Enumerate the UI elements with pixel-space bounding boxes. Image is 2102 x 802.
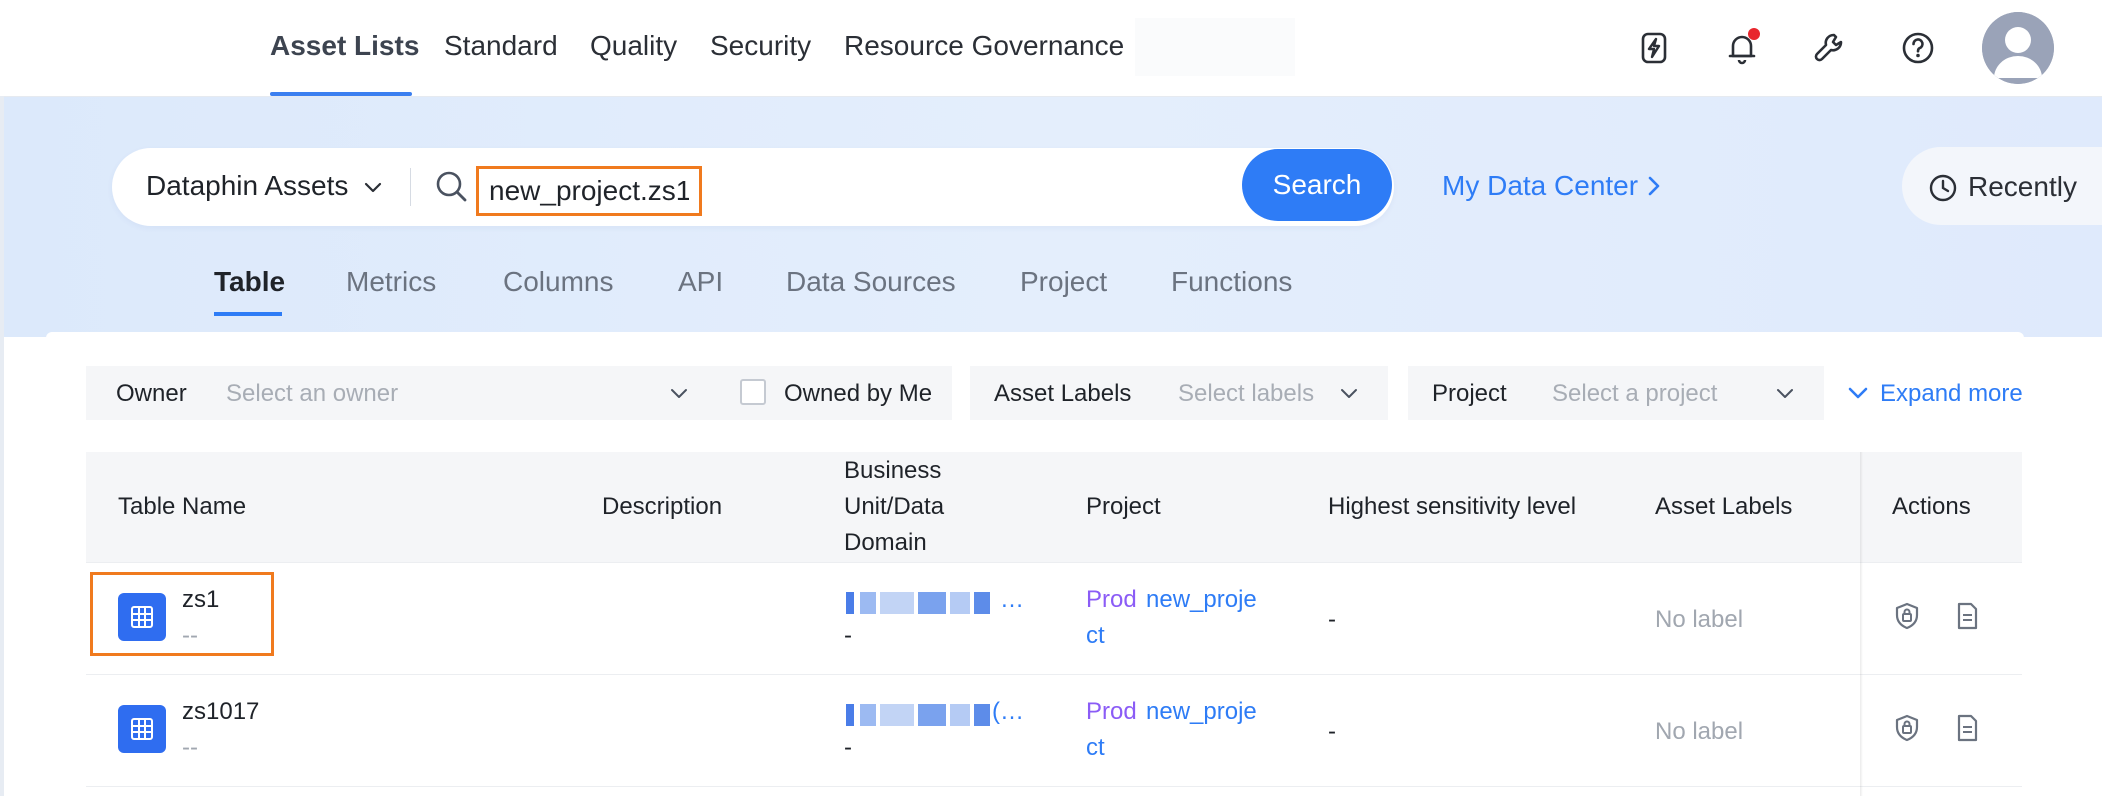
chevron-down-icon[interactable] [362,176,384,198]
document-icon[interactable] [1952,601,1982,631]
power-icon[interactable] [1634,28,1674,68]
tab-project[interactable]: Project [1020,266,1107,298]
table-icon [118,705,166,753]
my-data-center-link[interactable]: My Data Center [1442,170,1662,202]
search-button[interactable]: Search [1242,149,1392,221]
tab-table[interactable]: Table [214,266,285,298]
column-header-asset-labels: Asset Labels [1655,493,1793,520]
tab-data-sources[interactable]: Data Sources [786,266,956,298]
project-select[interactable]: Select a project [1552,380,1717,408]
nav-placeholder-slot [1135,18,1295,76]
tab-metrics[interactable]: Metrics [346,266,436,298]
column-header-table-name: Table Name [118,493,247,520]
column-header-description: Description [602,493,723,520]
project-link-continued[interactable]: ct [1086,622,1105,650]
search-scope-selector[interactable]: Dataphin Assets [146,170,348,202]
nav-tab-security[interactable]: Security [710,30,811,62]
tab-functions[interactable]: Functions [1171,266,1292,298]
nav-tab-standard[interactable]: Standard [444,30,558,62]
env-badge: Prod [1086,586,1137,613]
domain-suffix: (… [992,698,1024,725]
column-header-project: Project [1086,493,1161,520]
wrench-icon[interactable] [1810,28,1850,68]
chevron-down-icon[interactable] [1774,382,1796,404]
asset-labels-value: No label [1655,606,1744,633]
tab-active-indicator [214,312,282,316]
clock-icon [1929,174,1957,202]
nav-active-indicator [270,92,412,96]
column-header-sensitivity: Highest sensitivity level [1328,493,1577,520]
chevron-down-icon[interactable] [1338,382,1360,404]
owner-select[interactable]: Select an owner [226,380,398,408]
asset-labels-select[interactable]: Select labels [1178,380,1314,408]
sensitivity-value: - [1328,718,1336,745]
domain-sub: - [844,622,852,649]
project-filter-label: Project [1432,380,1507,407]
search-icon [436,171,467,202]
project-link-continued[interactable]: ct [1086,734,1105,762]
nav-tab-quality[interactable]: Quality [590,30,677,62]
expand-more-link[interactable]: Expand more [1880,380,2023,408]
sensitivity-value: - [1328,606,1336,633]
notification-dot [1748,28,1760,40]
asset-labels-value: No label [1655,718,1744,745]
column-header-actions: Actions [1892,493,1971,520]
nav-tab-resource-governance[interactable]: Resource Governance [844,30,1124,62]
chevron-down-icon[interactable] [668,382,690,404]
tab-columns[interactable]: Columns [503,266,613,298]
permission-shield-icon[interactable] [1892,601,1922,631]
column-header-business-unit-line1: Business [844,457,942,484]
column-header-business-unit-line2: Unit/Data [844,493,945,520]
search-divider [410,168,411,206]
table-name-link[interactable]: zs1017 [182,698,259,726]
highlight-box [90,572,274,656]
project-link[interactable]: new_proje [1146,586,1257,614]
tab-api[interactable]: API [678,266,723,298]
actions-column-shadow [1860,452,1863,796]
recently-label: Recently [1968,171,2077,202]
nav-tab-asset-lists[interactable]: Asset Lists [270,30,419,62]
domain-suffix: … [1000,586,1024,613]
my-data-center-label: My Data Center [1442,170,1639,201]
expand-chevron-icon[interactable] [1846,381,1870,405]
env-badge: Prod [1086,698,1137,725]
chevron-right-icon [1648,176,1660,196]
search-input[interactable] [476,166,702,216]
row-divider [86,786,2022,787]
owned-by-me-checkbox[interactable] [740,379,766,405]
domain-sub: - [844,734,852,761]
redacted-domain [846,704,1016,726]
owner-filter-label: Owner [116,380,187,407]
project-link[interactable]: new_proje [1146,698,1257,726]
row-divider [86,674,2022,675]
permission-shield-icon[interactable] [1892,713,1922,743]
owned-by-me-label[interactable]: Owned by Me [784,380,932,408]
column-header-business-unit-line3: Domain [844,529,927,556]
avatar[interactable] [1982,12,2054,84]
redacted-domain [846,592,1016,614]
document-icon[interactable] [1952,713,1982,743]
asset-labels-filter-label: Asset Labels [994,380,1132,407]
help-icon[interactable] [1898,28,1938,68]
bell-icon[interactable] [1722,28,1762,68]
row-divider [86,562,2022,563]
table-subtitle: -- [182,734,198,761]
